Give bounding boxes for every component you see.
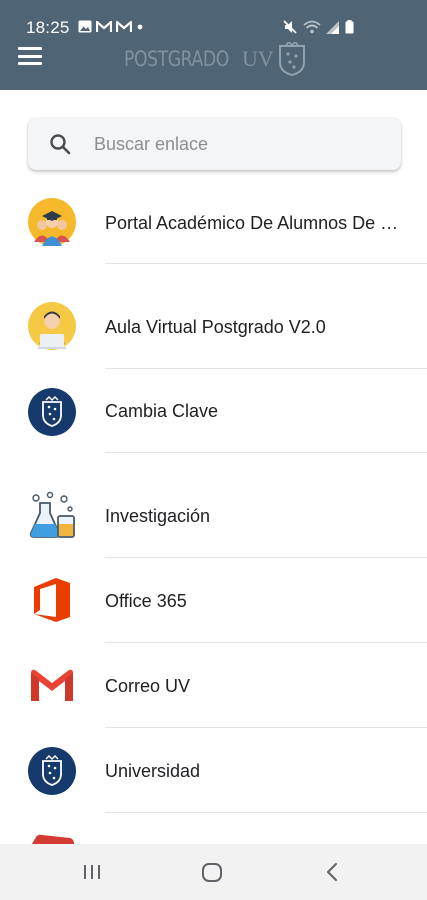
list-item-label: Cambia Clave — [105, 401, 219, 421]
status-time: 18:25 — [26, 18, 70, 37]
list-item-cambia-clave[interactable]: Cambia Clave — [0, 371, 427, 451]
divider — [105, 368, 427, 369]
dot-icon — [137, 24, 143, 29]
list-item-label: Portal Académico De Alumnos De Postgrado — [105, 213, 410, 233]
recent-apps-icon — [84, 865, 100, 879]
list-item-aula-virtual[interactable]: Aula Virtual Postgrado V2.0 — [0, 287, 427, 367]
list-item-label: Aula Virtual Postgrado V2.0 — [105, 317, 326, 337]
partial-item-icon — [32, 834, 74, 844]
home-button[interactable] — [182, 844, 242, 900]
home-icon — [202, 863, 222, 882]
hamburger-menu-icon — [18, 47, 42, 50]
divider — [105, 812, 427, 813]
app-header: 18:25 POSTGRADO UV — [0, 0, 427, 90]
recent-apps-button[interactable] — [62, 844, 122, 900]
gmail-icon — [31, 669, 73, 701]
search-input[interactable] — [94, 118, 394, 170]
university-shield-icon — [278, 42, 305, 76]
battery-icon — [345, 20, 354, 34]
system-status-icons — [282, 19, 354, 35]
search-bar[interactable] — [28, 118, 401, 170]
office-logo-icon — [34, 578, 70, 622]
list-item-investigacion[interactable]: Investigación — [0, 476, 427, 556]
system-navigation-bar — [0, 844, 427, 900]
app-logo: POSTGRADO UV — [124, 42, 306, 76]
menu-button[interactable] — [18, 46, 42, 66]
list-item-label: Investigación — [105, 506, 211, 526]
back-button[interactable] — [302, 844, 362, 900]
search-icon — [50, 134, 71, 155]
list-item-universidad[interactable]: Universidad — [0, 731, 427, 811]
divider — [105, 557, 427, 558]
brand-uv: UV — [241, 46, 274, 71]
status-bar: 18:25 — [0, 0, 427, 40]
lab-flasks-icon — [29, 491, 75, 538]
gallery-icon — [78, 20, 92, 33]
notification-icons — [78, 20, 144, 33]
divider — [105, 642, 427, 643]
mute-icon — [283, 20, 297, 34]
divider — [105, 263, 427, 264]
university-crest-icon — [28, 388, 76, 436]
divider — [105, 452, 427, 453]
list-item-label: Correo UV — [105, 676, 191, 696]
mail-m-icon — [116, 20, 132, 32]
divider — [105, 727, 427, 728]
brand-title: POSTGRADO — [124, 47, 229, 71]
signal-icon — [326, 20, 339, 34]
wifi-icon — [303, 20, 321, 34]
mail-m-icon — [96, 20, 112, 32]
students-graduates-icon — [28, 198, 76, 246]
list-item-portal-academico[interactable]: Portal Académico De Alumnos De Postgrado — [0, 182, 427, 262]
back-icon — [327, 863, 337, 881]
university-crest-icon — [28, 747, 76, 795]
list-item-correo-uv[interactable]: Correo UV — [0, 646, 427, 726]
student-laptop-icon — [28, 302, 76, 350]
list-item-office-365[interactable]: Office 365 — [0, 561, 427, 641]
list-item-label: Universidad — [105, 761, 201, 781]
list-item-label: Office 365 — [105, 591, 187, 611]
